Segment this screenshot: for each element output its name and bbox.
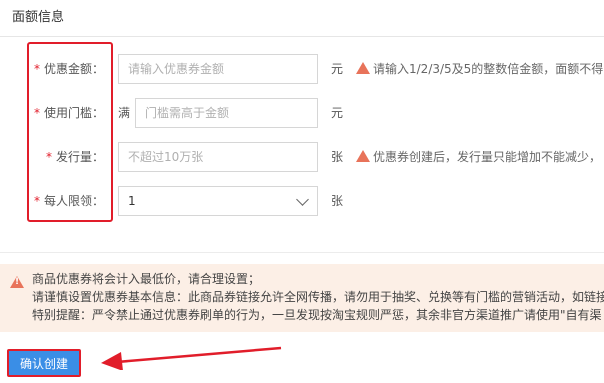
divider: [0, 36, 604, 37]
per-person-limit-label: * 每人限领：: [33, 194, 104, 208]
threshold-unit: 元: [331, 106, 344, 120]
quantity-row: *发行量： 张 优惠券创建后，发行量只能增加不能减少，: [0, 140, 604, 185]
section-title: 面额信息: [12, 10, 65, 25]
per-person-limit-select[interactable]: 1: [118, 186, 318, 216]
discount-amount-label: * 优惠金额：: [33, 62, 104, 76]
divider: [0, 252, 604, 253]
discount-amount-hint: 请输入1/2/3/5及5的整数倍金额，面额不得: [356, 52, 603, 97]
notice-line-2: 请谨慎设置优惠券基本信息：此商品券链接允许全网传播，请勿用于抽奖、兑换等有门槛的…: [32, 290, 604, 304]
threshold-row: *使用门槛： 满 元: [0, 96, 604, 130]
per-person-limit-row: * 每人限领： 1 张: [0, 184, 604, 218]
threshold-label: * 使用门槛：: [33, 106, 104, 120]
threshold-input[interactable]: [135, 98, 318, 128]
quantity-hint: 优惠券创建后，发行量只能增加不能减少，: [356, 140, 601, 185]
discount-amount-row: *优惠金额： 元 请输入1/2/3/5及5的整数倍金额，面额不得: [0, 52, 604, 97]
discount-amount-input[interactable]: [118, 54, 318, 84]
chevron-down-icon: [296, 193, 309, 206]
threshold-prefix: 满: [118, 106, 131, 120]
warning-icon: [356, 150, 370, 185]
notice-line-3: 特别提醒：严令禁止通过优惠券刷单的行为，一旦发现按淘宝规则严惩，其余非官方渠道推…: [32, 308, 602, 322]
notice-box: 商品优惠券将会计入最低价，请合理设置； 请谨慎设置优惠券基本信息：此商品券链接允…: [0, 264, 604, 332]
warning-icon: [356, 62, 370, 97]
quantity-unit: 张: [331, 150, 344, 164]
warning-icon: [10, 276, 24, 288]
annotation-arrow-icon: [101, 346, 282, 370]
per-person-limit-value: 1: [128, 194, 136, 208]
quantity-label: * 发行量：: [45, 150, 104, 164]
confirm-create-button[interactable]: 确认创建: [7, 349, 81, 377]
discount-amount-unit: 元: [331, 62, 344, 76]
per-person-limit-unit: 张: [331, 194, 344, 208]
notice-line-1: 商品优惠券将会计入最低价，请合理设置；: [32, 272, 261, 286]
quantity-input[interactable]: [118, 142, 318, 172]
